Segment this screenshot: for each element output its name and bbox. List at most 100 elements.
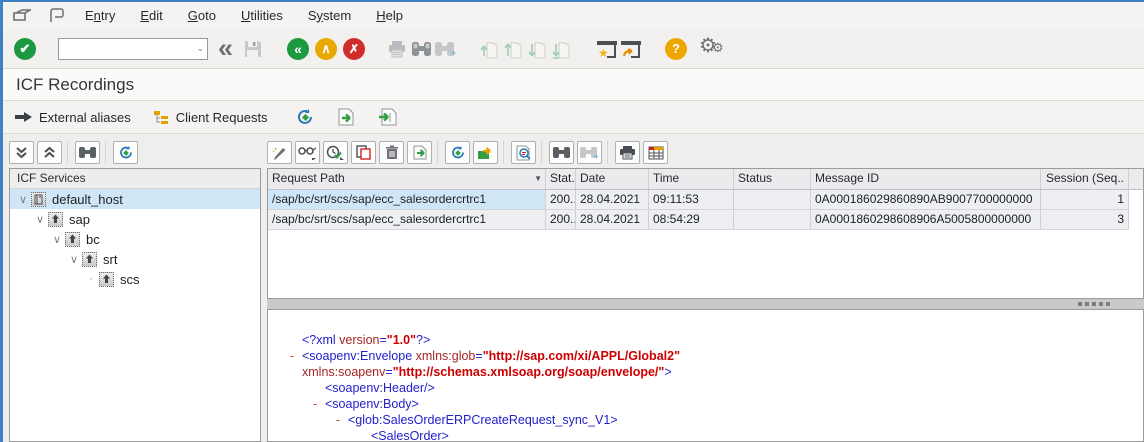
cell-path[interactable]: /sap/bc/srt/scs/sap/ecc_salesordercrtrc1 xyxy=(268,190,546,210)
menu-item-entry[interactable]: Entry xyxy=(85,8,115,23)
display-recording-button[interactable] xyxy=(295,141,320,164)
horizontal-splitter[interactable] xyxy=(267,299,1144,309)
previous-page-icon[interactable] xyxy=(501,37,525,61)
expander-chevron-icon[interactable]: ∨ xyxy=(50,233,64,246)
first-page-icon[interactable] xyxy=(477,37,501,61)
tree-node-scs[interactable]: ·scs xyxy=(10,269,260,289)
tree-node-srt[interactable]: ∨srt xyxy=(10,249,260,269)
next-page-icon[interactable] xyxy=(525,37,549,61)
collapse-marker[interactable]: - xyxy=(336,412,348,428)
cell-path[interactable]: /sap/bc/srt/scs/sap/ecc_salesordercrtrc1 xyxy=(268,210,546,230)
xml-line: xmlns:soapenv="http://schemas.xmlsoap.or… xyxy=(268,364,1143,380)
refresh-table-button[interactable] xyxy=(445,141,470,164)
edit-recording-button[interactable] xyxy=(267,141,292,164)
table-row[interactable]: /sap/bc/srt/scs/sap/ecc_salesordercrtrc1… xyxy=(268,190,1143,210)
cell-message_id[interactable]: 0A0001860298608906A5005800000000 xyxy=(811,210,1041,230)
menu-item-system[interactable]: System xyxy=(308,8,351,23)
cell-stat[interactable]: 200.. xyxy=(546,210,576,230)
column-header-1[interactable]: Stat.. xyxy=(546,169,576,189)
last-page-icon[interactable] xyxy=(549,37,573,61)
cell-session[interactable]: 1 xyxy=(1041,190,1129,210)
cancel-button[interactable]: ✗ xyxy=(343,38,365,60)
client-requests-button[interactable]: Client Requests xyxy=(153,110,268,125)
title-bar: ICF Recordings xyxy=(3,69,1144,101)
export-row-button[interactable] xyxy=(407,141,432,164)
column-header-0[interactable]: Request Path▼ xyxy=(268,169,546,189)
menu-item-edit[interactable]: Edit xyxy=(140,8,162,23)
print-icon[interactable] xyxy=(385,37,409,61)
delete-recording-button[interactable] xyxy=(379,141,404,164)
display-payload-button[interactable] xyxy=(511,141,536,164)
collapse-marker[interactable]: - xyxy=(290,348,302,364)
save-icon[interactable] xyxy=(241,37,265,61)
cell-status[interactable] xyxy=(734,190,811,210)
table-find-next-button[interactable]: + xyxy=(577,141,602,164)
cell-stat[interactable]: 200.. xyxy=(546,190,576,210)
enter-button[interactable]: ✔ xyxy=(14,38,36,60)
exit-button[interactable]: ∧ xyxy=(315,38,337,60)
continue-icon[interactable] xyxy=(13,8,35,24)
tree-node-default_host[interactable]: ∨default_host xyxy=(10,189,260,209)
expand-all-button[interactable] xyxy=(9,141,34,164)
collapse-marker[interactable]: - xyxy=(313,396,325,412)
expander-chevron-icon[interactable]: ∨ xyxy=(33,213,47,226)
local-back-icon[interactable]: « xyxy=(218,33,233,64)
column-header-6[interactable]: Session (Seq.. xyxy=(1041,169,1129,189)
command-dropdown-icon[interactable]: ⌄ xyxy=(196,43,204,54)
cell-date[interactable]: 28.04.2021 xyxy=(576,190,649,210)
recordings-area: + Request Path▼Stat..DateTimeStatusMessa… xyxy=(267,141,1144,442)
cell-session[interactable]: 3 xyxy=(1041,210,1129,230)
cell-status[interactable] xyxy=(734,210,811,230)
back-button[interactable]: « xyxy=(287,38,309,60)
tree-refresh-button[interactable] xyxy=(113,141,138,164)
table-toolbar: + xyxy=(267,141,1144,168)
cell-message_id[interactable]: 0A000186029860890AB9007700000000 xyxy=(811,190,1041,210)
find-icon[interactable] xyxy=(409,37,433,61)
refresh-icon[interactable] xyxy=(296,108,315,126)
export-request-icon[interactable] xyxy=(337,108,356,126)
find-next-icon[interactable]: + xyxy=(433,37,457,61)
expander-chevron-icon[interactable]: ∨ xyxy=(67,253,81,266)
help-icon[interactable]: ? xyxy=(665,38,687,60)
right-arrow-icon xyxy=(15,111,32,123)
table-row[interactable]: /sap/bc/srt/scs/sap/ecc_salesordercrtrc1… xyxy=(268,210,1143,230)
recordings-table-panel: + Request Path▼Stat..DateTimeStatusMessa… xyxy=(267,141,1144,299)
cell-date[interactable]: 28.04.2021 xyxy=(576,210,649,230)
tree-node-bc[interactable]: ∨bc xyxy=(10,229,260,249)
standard-toolbar: ✔ ⌄ « « ∧ ✗ + xyxy=(3,29,1144,69)
execute-button[interactable] xyxy=(473,141,498,164)
tree-toolbar xyxy=(9,141,261,167)
recordings-grid: Request Path▼Stat..DateTimeStatusMessage… xyxy=(267,168,1144,299)
table-find-button[interactable] xyxy=(549,141,574,164)
new-session-icon[interactable]: ★ xyxy=(595,37,619,61)
import-request-icon[interactable] xyxy=(378,108,399,126)
tree-header: ICF Services xyxy=(10,169,260,189)
cell-time[interactable]: 08:54:29 xyxy=(649,210,734,230)
menu-item-utilities[interactable]: Utilities xyxy=(241,8,283,23)
create-shortcut-icon[interactable] xyxy=(619,37,643,61)
column-header-3[interactable]: Time xyxy=(649,169,734,189)
print-table-button[interactable] xyxy=(615,141,640,164)
splitter-handle-icon[interactable] xyxy=(1078,302,1110,306)
collapse-all-button[interactable] xyxy=(37,141,62,164)
column-header-2[interactable]: Date xyxy=(576,169,649,189)
tree-node-sap[interactable]: ∨sap xyxy=(10,209,260,229)
page-title: ICF Recordings xyxy=(16,75,134,95)
session-window-icon[interactable] xyxy=(49,8,71,24)
activate-recording-button[interactable] xyxy=(323,141,348,164)
menu-item-help[interactable]: Help xyxy=(376,8,403,23)
menu-item-goto[interactable]: Goto xyxy=(188,8,216,23)
external-aliases-button[interactable]: External aliases xyxy=(15,110,131,125)
column-header-5[interactable]: Message ID xyxy=(811,169,1041,189)
expander-chevron-icon[interactable]: ∨ xyxy=(16,193,30,206)
copy-recording-button[interactable] xyxy=(351,141,376,164)
customize-layout-icon[interactable]: ⚙ ⚙ xyxy=(699,36,729,62)
column-header-4[interactable]: Status xyxy=(734,169,811,189)
command-field[interactable] xyxy=(58,38,208,60)
hierarchy-icon xyxy=(153,110,169,125)
svg-text:+: + xyxy=(594,152,599,159)
tree-find-button[interactable] xyxy=(75,141,100,164)
layout-grid-button[interactable] xyxy=(643,141,668,164)
host-icon xyxy=(31,192,46,207)
cell-time[interactable]: 09:11:53 xyxy=(649,190,734,210)
